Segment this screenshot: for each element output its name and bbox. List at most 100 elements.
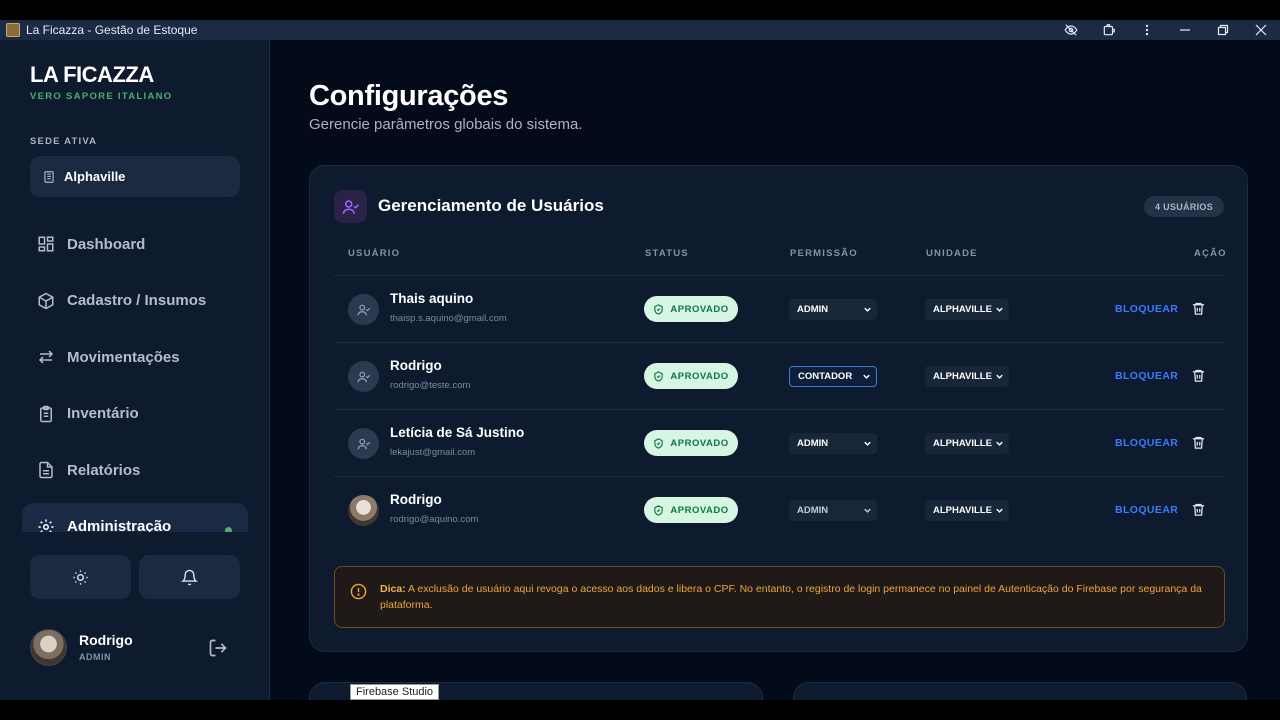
users-management-card: Gerenciamento de Usuários 4 USUÁRIOS USU… bbox=[309, 165, 1248, 652]
chevron-down-icon bbox=[996, 307, 1003, 312]
extensions-icon[interactable] bbox=[1090, 20, 1128, 40]
block-user-button[interactable]: BLOQUEAR bbox=[1115, 370, 1178, 382]
avatar[interactable] bbox=[30, 629, 67, 666]
user-email: rodrigo@aquino.com bbox=[390, 514, 479, 525]
avatar bbox=[348, 495, 379, 526]
permission-select[interactable]: ADMIN bbox=[789, 433, 877, 454]
settings-card-partial bbox=[793, 682, 1247, 700]
restore-icon[interactable] bbox=[1204, 20, 1242, 40]
sidebar-item-dashboard[interactable]: Dashboard bbox=[22, 220, 248, 268]
tip-label: Dica: bbox=[380, 583, 406, 595]
close-icon[interactable] bbox=[1242, 20, 1280, 40]
theme-toggle-button[interactable] bbox=[30, 555, 131, 599]
tooltip: Firebase Studio bbox=[350, 684, 440, 700]
shield-check-icon bbox=[654, 370, 664, 382]
sidebar-item-inventario[interactable]: Inventário bbox=[22, 390, 248, 438]
col-header-permission: PERMISSÃO bbox=[790, 248, 858, 259]
sidebar-item-administracao[interactable]: Administração bbox=[22, 502, 248, 532]
table-row: Thais aquino thaisp.s.aquino@gmail.com A… bbox=[334, 276, 1225, 343]
unit-select[interactable]: ALPHAVILLE bbox=[925, 366, 1009, 387]
chevron-down-icon bbox=[996, 374, 1003, 379]
user-email: lekajust@gmail.com bbox=[390, 447, 476, 458]
dashboard-icon bbox=[38, 236, 54, 252]
permission-select[interactable]: ADMIN bbox=[789, 500, 877, 521]
block-user-button[interactable]: BLOQUEAR bbox=[1115, 303, 1178, 315]
table-header: USUÁRIO STATUS PERMISSÃO UNIDADE AÇÃO bbox=[334, 246, 1226, 276]
trash-icon[interactable] bbox=[1191, 301, 1206, 321]
sidebar-item-relatorios[interactable]: Relatórios bbox=[22, 446, 248, 494]
sidebar-item-label: Movimentações bbox=[67, 348, 180, 366]
sidebar-item-label: Administração bbox=[67, 518, 172, 532]
sidebar-item-label: Dashboard bbox=[67, 235, 146, 253]
sidebar-item-cadastro[interactable]: Cadastro / Insumos bbox=[22, 277, 248, 325]
shield-check-icon bbox=[654, 303, 664, 315]
status-badge: APROVADO bbox=[644, 363, 738, 389]
page-title: Configurações bbox=[309, 80, 509, 112]
users-count-badge: 4 USUÁRIOS bbox=[1143, 196, 1224, 217]
status-badge: APROVADO bbox=[644, 296, 738, 322]
arrows-icon bbox=[38, 350, 54, 364]
notifications-button[interactable] bbox=[139, 555, 240, 599]
user-name: Thais aquino bbox=[390, 291, 474, 306]
bell-icon bbox=[181, 569, 198, 585]
page-subtitle: Gerencie parâmetros globais do sistema. bbox=[309, 116, 583, 133]
more-vertical-icon[interactable] bbox=[1128, 20, 1166, 40]
sidebar-item-movimentacoes[interactable]: Movimentações bbox=[22, 333, 248, 381]
chevron-down-icon bbox=[863, 374, 870, 379]
user-placeholder-icon bbox=[348, 294, 379, 325]
permission-select[interactable]: CONTADOR bbox=[789, 366, 877, 387]
sede-value: Alphaville bbox=[64, 169, 126, 184]
sidebar: LA FICAZZA VERO SAPORE ITALIANO SEDE ATI… bbox=[0, 40, 270, 700]
col-header-unit: UNIDADE bbox=[926, 248, 978, 259]
col-header-user: USUÁRIO bbox=[348, 248, 401, 259]
chevron-down-icon bbox=[996, 441, 1003, 446]
brand-tagline: VERO SAPORE ITALIANO bbox=[30, 91, 173, 102]
clipboard-icon bbox=[40, 405, 52, 422]
current-user-name: Rodrigo bbox=[79, 632, 133, 648]
table-row: Rodrigo rodrigo@teste.com APROVADO CONTA… bbox=[334, 343, 1225, 410]
unit-select[interactable]: ALPHAVILLE bbox=[925, 433, 1009, 454]
block-user-button[interactable]: BLOQUEAR bbox=[1115, 437, 1178, 449]
hide-eye-icon[interactable] bbox=[1052, 20, 1090, 40]
app-window: LA FICAZZA VERO SAPORE ITALIANO SEDE ATI… bbox=[0, 40, 1280, 700]
sun-icon bbox=[73, 569, 88, 585]
table-row: Letícia de Sá Justino lekajust@gmail.com… bbox=[334, 410, 1225, 477]
box-icon bbox=[38, 292, 54, 309]
status-badge: APROVADO bbox=[644, 497, 738, 523]
user-email: thaisp.s.aquino@gmail.com bbox=[390, 313, 507, 324]
logout-icon[interactable] bbox=[208, 638, 228, 663]
window-titlebar: La Ficazza - Gestão de Estoque bbox=[0, 20, 1280, 40]
brand-logo: LA FICAZZA bbox=[30, 62, 154, 87]
shield-check-icon bbox=[654, 504, 664, 516]
unit-select[interactable]: ALPHAVILLE bbox=[925, 299, 1009, 320]
chevron-down-icon bbox=[996, 508, 1003, 513]
trash-icon[interactable] bbox=[1191, 502, 1206, 522]
alert-circle-icon bbox=[350, 583, 367, 600]
main-content: Configurações Gerencie parâmetros globai… bbox=[271, 40, 1280, 700]
current-user-role: ADMIN bbox=[79, 652, 111, 662]
user-placeholder-icon bbox=[348, 361, 379, 392]
window-title: La Ficazza - Gestão de Estoque bbox=[26, 23, 198, 37]
active-indicator-dot bbox=[225, 526, 232, 532]
user-check-icon bbox=[334, 190, 367, 223]
report-icon bbox=[39, 461, 53, 479]
table-row: Rodrigo rodrigo@aquino.com APROVADO ADMI… bbox=[334, 477, 1225, 544]
sidebar-nav: Dashboard Cadastro / Insumos Movimentaçõ… bbox=[22, 220, 248, 532]
user-name: Letícia de Sá Justino bbox=[390, 425, 525, 440]
screen-top-bar bbox=[0, 0, 1280, 20]
shield-check-icon bbox=[654, 437, 664, 449]
status-badge: APROVADO bbox=[644, 430, 738, 456]
sede-label: SEDE ATIVA bbox=[30, 136, 98, 147]
permission-select[interactable]: ADMIN bbox=[789, 299, 877, 320]
sidebar-item-label: Inventário bbox=[67, 405, 139, 422]
block-user-button[interactable]: BLOQUEAR bbox=[1115, 504, 1178, 516]
gear-icon bbox=[38, 519, 54, 532]
unit-select[interactable]: ALPHAVILLE bbox=[925, 500, 1009, 521]
tip-alert: Dica: A exclusão de usuário aqui revoga … bbox=[334, 566, 1225, 628]
trash-icon[interactable] bbox=[1191, 435, 1206, 455]
col-header-status: STATUS bbox=[645, 248, 689, 259]
sede-selector[interactable]: Alphaville bbox=[30, 156, 240, 197]
trash-icon[interactable] bbox=[1191, 368, 1206, 388]
screen-bottom-bar bbox=[0, 700, 1280, 720]
minimize-icon[interactable] bbox=[1166, 20, 1204, 40]
